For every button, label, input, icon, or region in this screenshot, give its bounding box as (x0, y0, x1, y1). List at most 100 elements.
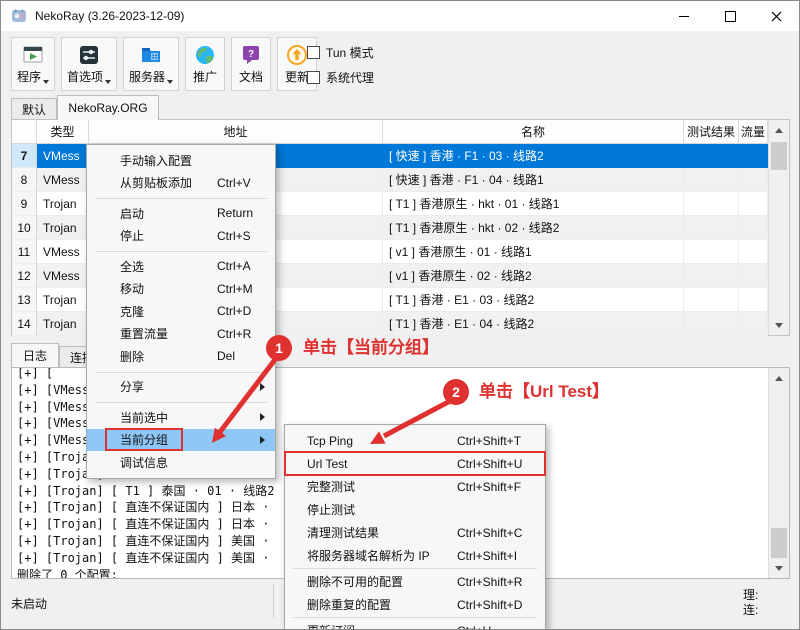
scroll-up-button[interactable] (769, 368, 789, 388)
minimize-button[interactable] (661, 1, 707, 31)
scrollbar-thumb[interactable] (771, 142, 787, 170)
cell-type[interactable]: VMess (37, 144, 89, 168)
cell-traffic[interactable] (739, 288, 768, 312)
close-button[interactable] (753, 1, 799, 31)
menu-item-reset-traffic[interactable]: 重置流量Ctrl+R (87, 323, 275, 346)
scroll-down-button[interactable] (769, 315, 789, 335)
submenu-item-remove-unavailable[interactable]: 删除不可用的配置Ctrl+Shift+R (285, 570, 545, 593)
menu-item-start[interactable]: 启动Return (87, 202, 275, 225)
cell-type[interactable]: Trojan (37, 216, 89, 240)
cell-test-result[interactable] (684, 240, 739, 264)
cell-type[interactable]: Trojan (37, 192, 89, 216)
submenu-item-resolve-domain[interactable]: 将服务器域名解析为 IPCtrl+Shift+I (285, 544, 545, 567)
table-scrollbar[interactable] (768, 120, 789, 335)
row-number[interactable]: 10 (12, 216, 37, 240)
row-number[interactable]: 9 (12, 192, 37, 216)
cell-name[interactable]: [ 快速 ] 香港 · F1 · 03 · 线路2 (383, 144, 684, 168)
tab-log[interactable]: 日志 (11, 343, 59, 367)
scroll-down-button[interactable] (769, 558, 789, 578)
cell-traffic[interactable] (739, 312, 768, 336)
column-header[interactable]: 地址 (89, 120, 383, 143)
menu-item-current-group[interactable]: 当前分组 (87, 429, 275, 452)
tab-default-group[interactable]: 默认 (11, 98, 57, 120)
shortcut-label: Ctrl+S (217, 229, 251, 243)
menu-item-debug-info[interactable]: 调试信息 (87, 451, 275, 474)
cell-type[interactable]: VMess (37, 264, 89, 288)
cell-test-result[interactable] (684, 216, 739, 240)
cell-traffic[interactable] (739, 240, 768, 264)
docs-button-label: 文档 (239, 68, 263, 85)
cell-type[interactable]: Trojan (37, 312, 89, 336)
row-number[interactable]: 14 (12, 312, 37, 336)
cell-name[interactable]: [ T1 ] 香港原生 · hkt · 02 · 线路2 (383, 216, 684, 240)
column-header[interactable]: 名称 (383, 120, 684, 143)
scroll-up-button[interactable] (769, 120, 789, 140)
status-right-fragment: 连: (743, 601, 758, 618)
column-header[interactable]: 流量 (739, 120, 768, 143)
column-header[interactable]: 测试结果 (684, 120, 739, 143)
column-header[interactable]: 类型 (37, 120, 89, 143)
system-proxy-checkbox[interactable]: 系统代理 (307, 68, 374, 86)
cell-name[interactable]: [ T1 ] 香港 · E1 · 04 · 线路2 (383, 312, 684, 336)
menu-item-delete[interactable]: 删除Del (87, 345, 275, 368)
row-number[interactable]: 13 (12, 288, 37, 312)
menu-item-clone[interactable]: 克隆Ctrl+D (87, 300, 275, 323)
promotion-button[interactable]: 推广 (185, 37, 225, 91)
cell-name[interactable]: [ T1 ] 香港原生 · hkt · 01 · 线路1 (383, 192, 684, 216)
menu-item-select-all[interactable]: 全选Ctrl+A (87, 255, 275, 278)
tab-nekoray-org[interactable]: NekoRay.ORG (57, 95, 159, 120)
cell-test-result[interactable] (684, 288, 739, 312)
submenu-item-tcp-ping[interactable]: Tcp PingCtrl+Shift+T (285, 429, 545, 452)
row-number[interactable]: 12 (12, 264, 37, 288)
cell-type[interactable]: Trojan (37, 288, 89, 312)
cell-name[interactable]: [ T1 ] 香港 · E1 · 03 · 线路2 (383, 288, 684, 312)
cell-traffic[interactable] (739, 192, 768, 216)
submenu-item-remove-duplicates[interactable]: 删除重复的配置Ctrl+Shift+D (285, 593, 545, 616)
scrollbar-thumb[interactable] (771, 528, 787, 558)
row-number[interactable]: 7 (12, 144, 37, 168)
menu-item-manual-input[interactable]: 手动输入配置 (87, 149, 275, 172)
cell-traffic[interactable] (739, 264, 768, 288)
cell-type[interactable]: VMess (37, 168, 89, 192)
checkbox-icon[interactable] (307, 46, 320, 59)
cell-name[interactable]: [ 快速 ] 香港 · F1 · 04 · 线路1 (383, 168, 684, 192)
tun-mode-checkbox[interactable]: Tun 模式 (307, 43, 374, 61)
cell-traffic[interactable] (739, 144, 768, 168)
log-scrollbar[interactable] (768, 368, 789, 578)
menu-item-stop-label: 停止 (120, 227, 144, 244)
cell-name[interactable]: [ v1 ] 香港原生 · 01 · 线路1 (383, 240, 684, 264)
row-number[interactable]: 8 (12, 168, 37, 192)
menu-item-share[interactable]: 分享 (87, 376, 275, 399)
menu-item-stop[interactable]: 停止 Ctrl+S (87, 225, 275, 248)
cell-test-result[interactable] (684, 192, 739, 216)
cell-type[interactable]: VMess (37, 240, 89, 264)
submenu-item-update-subscription[interactable]: 更新订阅Ctrl+U (285, 619, 545, 630)
docs-button[interactable]: ?文档 (231, 37, 271, 91)
cell-traffic[interactable] (739, 216, 768, 240)
server-button[interactable]: 服务器 (123, 37, 179, 91)
shortcut-label: Ctrl+Shift+T (457, 434, 521, 448)
program-button[interactable]: 程序 (11, 37, 55, 91)
system-proxy-label: 系统代理 (326, 69, 374, 86)
cell-name[interactable]: [ v1 ] 香港原生 · 02 · 线路2 (383, 264, 684, 288)
menu-item-move[interactable]: 移动Ctrl+M (87, 278, 275, 301)
cell-test-result[interactable] (684, 168, 739, 192)
preferences-button[interactable]: 首选项 (61, 37, 117, 91)
server-icon (139, 41, 163, 68)
submenu-item-url-test[interactable]: Url TestCtrl+Shift+U (285, 452, 545, 475)
maximize-button[interactable] (707, 1, 753, 31)
row-number[interactable]: 11 (12, 240, 37, 264)
submenu-arrow-icon (260, 413, 265, 421)
cell-test-result[interactable] (684, 312, 739, 336)
cell-test-result[interactable] (684, 264, 739, 288)
cell-test-result[interactable] (684, 144, 739, 168)
menu-item-add-from-clipboard[interactable]: 从剪贴板添加Ctrl+V (87, 172, 275, 195)
cell-traffic[interactable] (739, 168, 768, 192)
submenu-item-stop-test[interactable]: 停止测试 (285, 498, 545, 521)
submenu-item-remove-duplicates-label: 删除重复的配置 (307, 596, 391, 613)
checkbox-icon[interactable] (307, 71, 320, 84)
shortcut-label: Ctrl+D (217, 304, 251, 318)
submenu-item-full-test[interactable]: 完整测试Ctrl+Shift+F (285, 475, 545, 498)
submenu-item-clear-results[interactable]: 清理测试结果Ctrl+Shift+C (285, 521, 545, 544)
menu-item-current-selection[interactable]: 当前选中 (87, 406, 275, 429)
